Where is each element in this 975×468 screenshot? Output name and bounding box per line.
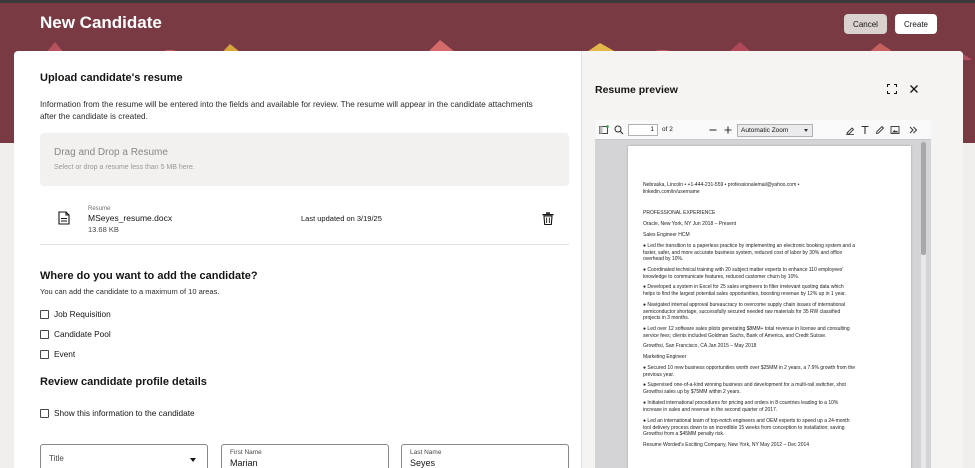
chevron-down-icon	[190, 458, 196, 462]
doc-line: Growthsi from a $45MM penalty risk.	[643, 431, 725, 437]
first-name-label: First Name	[230, 449, 262, 456]
search-icon[interactable]	[614, 125, 624, 135]
candidate-pool-label: Candidate Pool	[54, 329, 111, 339]
title-placeholder: Title	[49, 454, 64, 463]
image-icon[interactable]	[890, 125, 900, 135]
cancel-button[interactable]: Cancel	[844, 14, 887, 34]
doc-line: PROFESSIONAL EXPERIENCE	[643, 210, 716, 216]
first-name-value: Marian	[230, 458, 258, 468]
resume-preview-title: Resume preview	[595, 84, 678, 96]
event-label: Event	[54, 349, 76, 359]
create-button[interactable]: Create	[895, 14, 937, 34]
show-info-option[interactable]: Show this information to the candidate	[40, 408, 195, 418]
doc-line: Growthsi sales up by $75MM within 2 year…	[643, 388, 741, 395]
doc-line: linkedin.com/in/username	[643, 188, 700, 195]
title-select[interactable]: Title	[40, 444, 208, 468]
job-requisition-label: Job Requisition	[54, 309, 111, 319]
doc-line: Resume Worded's Exciting Company, New Yo…	[643, 442, 810, 448]
show-info-checkbox[interactable]	[40, 408, 49, 418]
close-icon[interactable]	[909, 84, 919, 94]
where-heading: Where do you want to add the candidate?	[40, 270, 258, 282]
review-heading: Review candidate profile details	[40, 376, 207, 388]
upload-description: Information from the resume will be ente…	[40, 100, 533, 121]
sidebar-toggle-icon[interactable]	[599, 125, 609, 135]
page-title: New Candidate	[40, 13, 162, 32]
zoom-in-icon[interactable]	[723, 125, 733, 135]
where-subtitle: You can add the candidate to a maximum o…	[40, 287, 220, 296]
pdf-scroll-thumb[interactable]	[921, 142, 926, 255]
page-number-input[interactable]: 1	[628, 124, 658, 136]
doc-line: increase in sales and revenue in the sec…	[643, 406, 778, 413]
last-name-label: Last Name	[410, 449, 442, 456]
doc-line: projects in 3 months.	[643, 315, 690, 321]
doc-line: service fees; clients included Goldman S…	[643, 332, 827, 339]
chevron-down-icon	[804, 129, 808, 132]
draw-icon[interactable]	[875, 125, 885, 135]
more-tools-icon[interactable]	[908, 125, 918, 135]
new-candidate-card: Upload candidate's resume Information fr…	[14, 51, 963, 468]
highlight-icon[interactable]	[845, 125, 855, 135]
show-info-label: Show this information to the candidate	[54, 408, 195, 418]
form-panel: Upload candidate's resume Information fr…	[14, 51, 581, 468]
text-tool-icon[interactable]	[860, 125, 870, 135]
pdf-viewer: 1 of 2 Automatic Zoom Nebraska, Lincoln …	[595, 120, 931, 468]
dropzone-title: Drag and Drop a Resume	[54, 147, 168, 158]
doc-line: Marketing Engineer	[643, 354, 687, 360]
job-requisition-checkbox[interactable]	[40, 309, 49, 319]
zoom-out-icon[interactable]	[708, 125, 718, 135]
event-option[interactable]: Event	[40, 349, 75, 359]
file-label: Resume	[88, 206, 111, 212]
document-icon	[58, 211, 70, 225]
doc-line: helps to find the largest potential sale…	[643, 290, 846, 297]
zoom-select[interactable]: Automatic Zoom	[737, 124, 813, 137]
first-name-field[interactable]: First Name Marian	[221, 444, 389, 468]
last-name-value: Seyes	[410, 458, 436, 468]
doc-line: knowledge to communicate features, reduc…	[643, 273, 800, 280]
zoom-value: Automatic Zoom	[741, 127, 789, 134]
file-size: 13.68 KB	[88, 225, 119, 234]
delete-icon[interactable]	[542, 212, 554, 225]
job-requisition-option[interactable]: Job Requisition	[40, 309, 111, 319]
dropzone-subtitle: Select or drop a resume less than 5 MB h…	[54, 164, 195, 171]
file-name: MSeyes_resume.docx	[88, 213, 173, 223]
resume-dropzone[interactable]: Drag and Drop a Resume Select or drop a …	[40, 133, 569, 186]
resume-preview-panel: Resume preview 1 of 2 Automatic Zoom Neb…	[581, 51, 963, 468]
expand-icon[interactable]	[887, 84, 897, 94]
page-count: of 2	[662, 126, 673, 133]
upload-heading: Upload candidate's resume	[40, 72, 183, 84]
candidate-pool-option[interactable]: Candidate Pool	[40, 329, 111, 339]
last-name-field[interactable]: Last Name Seyes	[401, 444, 569, 468]
top-border	[0, 0, 975, 3]
doc-line: Sales Engineer HCM	[643, 232, 690, 238]
uploaded-file-row: Resume MSeyes_resume.docx 13.68 KB Last …	[40, 199, 569, 245]
doc-line: Growthsi, San Francisco, CA Jan 2015 – M…	[643, 343, 757, 349]
pdf-toolbar: 1 of 2 Automatic Zoom	[595, 120, 931, 140]
doc-line: overhead by 10%.	[643, 256, 684, 262]
event-checkbox[interactable]	[40, 349, 49, 359]
candidate-pool-checkbox[interactable]	[40, 329, 49, 339]
pdf-page: Nebraska, Lincoln • +1-444-231-559 • pro…	[628, 146, 911, 468]
doc-line: previous year.	[643, 371, 675, 378]
doc-line: Oracle, New York, NY Jun 2018 – Present	[643, 221, 737, 227]
file-updated: Last updated on 3/19/25	[301, 214, 382, 223]
